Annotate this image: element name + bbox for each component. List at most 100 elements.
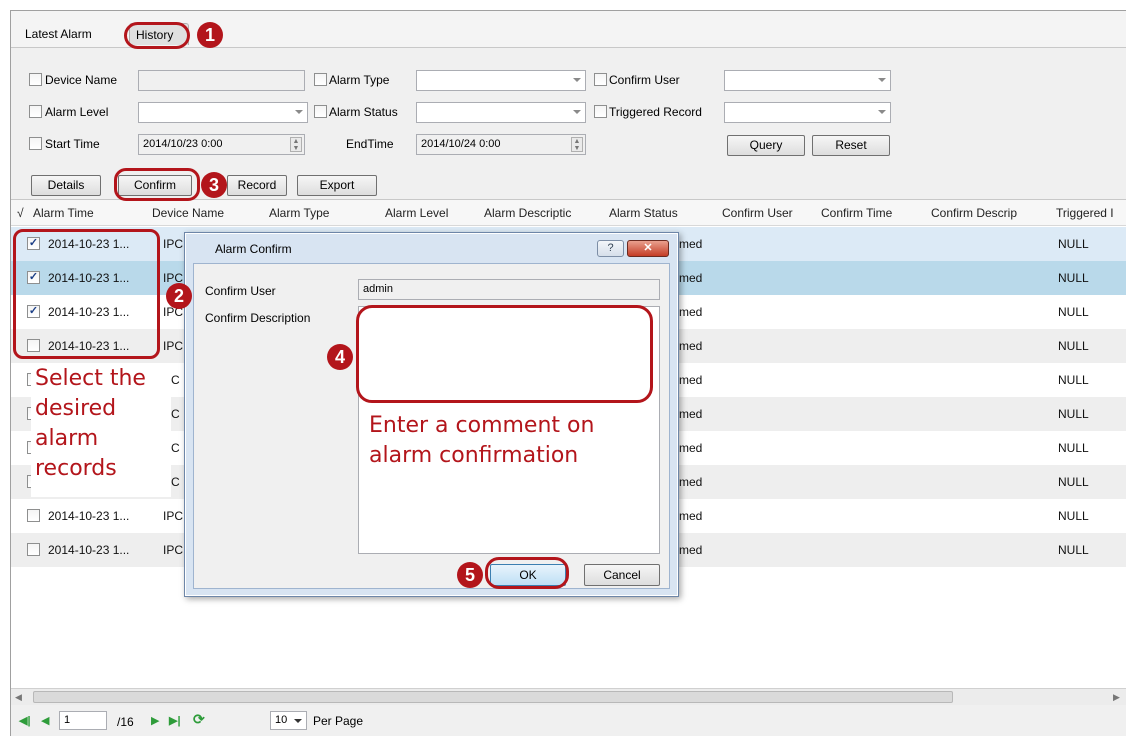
- alarm-status-cell: med: [679, 237, 703, 251]
- step-3-badge: 3: [201, 172, 227, 198]
- end-time-value: 2014/10/24 0:00: [421, 138, 501, 150]
- triggered-record-checkbox[interactable]: [594, 105, 607, 121]
- end-time-label: EndTime: [346, 137, 394, 151]
- cancel-button[interactable]: Cancel: [584, 564, 660, 586]
- triggered-record-cell: NULL: [1058, 305, 1089, 319]
- step-5-badge: 5: [457, 562, 483, 588]
- triggered-record-cell: NULL: [1058, 475, 1089, 489]
- end-time-field[interactable]: 2014/10/24 0:00 ▲ ▼: [416, 134, 586, 155]
- device-name-cell: IPC: [163, 543, 184, 557]
- alarm-level-select[interactable]: [138, 102, 308, 123]
- alarm-type-label: Alarm Type: [329, 73, 390, 87]
- device-name-cell: IPC: [163, 237, 184, 251]
- confirm-user-field: admin: [358, 279, 660, 300]
- horizontal-scrollbar[interactable]: ◀ ▶: [11, 688, 1126, 705]
- alarm-window: Latest Alarm History Device Name Alarm T…: [10, 10, 1126, 736]
- alarm-status-cell: med: [679, 441, 703, 455]
- select-note-line: desired: [35, 396, 117, 421]
- alarm-status-checkbox[interactable]: [314, 105, 327, 121]
- last-page-icon[interactable]: ▶|: [169, 714, 181, 727]
- col-triggered-record[interactable]: Triggered I: [1056, 206, 1114, 220]
- per-page-value: 10: [275, 714, 288, 726]
- col-alarm-type[interactable]: Alarm Type: [269, 206, 329, 220]
- table-header: √ Alarm Time Device Name Alarm Type Alar…: [11, 200, 1126, 226]
- next-page-icon[interactable]: ▶: [151, 714, 159, 727]
- alarm-status-cell: med: [679, 475, 703, 489]
- comment-note: Enter a comment on alarm confirmation: [369, 411, 594, 471]
- history-highlight: [124, 22, 190, 49]
- triggered-record-label: Triggered Record: [609, 105, 702, 119]
- first-page-icon[interactable]: ◀|: [19, 714, 31, 727]
- alarm-time-cell: 2014-10-23 1...: [48, 543, 130, 557]
- help-icon: ?: [607, 242, 614, 254]
- col-confirm-description[interactable]: Confirm Descrip: [931, 206, 1017, 220]
- scroll-left-icon[interactable]: ◀: [15, 692, 22, 703]
- device-name-label: Device Name: [45, 73, 118, 87]
- prev-page-icon[interactable]: ◀: [41, 714, 49, 727]
- page-number-input[interactable]: 1: [59, 711, 107, 730]
- spinner-icon[interactable]: ▲ ▼: [571, 137, 583, 152]
- chevron-down-icon: [878, 110, 886, 114]
- select-note-box: Select the desired alarm records: [31, 364, 171, 497]
- confirm-user-select[interactable]: [724, 70, 891, 91]
- alarm-status-cell: med: [679, 509, 703, 523]
- confirm-user-checkbox[interactable]: [594, 73, 607, 89]
- close-button[interactable]: ✕: [627, 240, 669, 257]
- col-alarm-description[interactable]: Alarm Descriptic: [484, 206, 571, 220]
- refresh-icon[interactable]: ⟳: [193, 711, 205, 728]
- triggered-record-cell: NULL: [1058, 407, 1089, 421]
- device-name-field[interactable]: [138, 70, 305, 91]
- triggered-record-cell: NULL: [1058, 271, 1089, 285]
- step-4-badge: 4: [327, 344, 353, 370]
- details-button[interactable]: Details: [31, 175, 101, 196]
- alarm-status-cell: med: [679, 339, 703, 353]
- row-checkbox[interactable]: [27, 543, 40, 556]
- query-button[interactable]: Query: [727, 135, 805, 156]
- alarm-status-select[interactable]: [416, 102, 586, 123]
- col-alarm-level[interactable]: Alarm Level: [385, 206, 448, 220]
- device-name-cell: IPC: [163, 509, 184, 523]
- triggered-record-cell: NULL: [1058, 373, 1089, 387]
- reset-button[interactable]: Reset: [812, 135, 890, 156]
- col-device-name[interactable]: Device Name: [152, 206, 224, 220]
- total-pages: /16: [117, 715, 134, 729]
- triggered-record-cell: NULL: [1058, 543, 1089, 557]
- description-highlight: [356, 305, 653, 403]
- record-button[interactable]: Record: [227, 175, 287, 196]
- ok-highlight: [485, 557, 569, 589]
- start-time-field[interactable]: 2014/10/23 0:00 ▲ ▼: [138, 134, 305, 155]
- alarm-status-cell: med: [679, 407, 703, 421]
- select-all-header[interactable]: √: [17, 206, 24, 220]
- alarm-level-checkbox[interactable]: [29, 105, 42, 121]
- alarm-level-label: Alarm Level: [45, 105, 109, 119]
- row-checkbox[interactable]: [27, 509, 40, 522]
- scrollbar-thumb[interactable]: [33, 691, 953, 703]
- scroll-right-icon[interactable]: ▶: [1113, 692, 1120, 703]
- device-name-checkbox[interactable]: [29, 73, 42, 89]
- alarm-type-checkbox[interactable]: [314, 73, 327, 89]
- help-button[interactable]: ?: [597, 240, 624, 257]
- col-alarm-time[interactable]: Alarm Time: [33, 206, 94, 220]
- export-button[interactable]: Export: [297, 175, 377, 196]
- alarm-time-cell: 2014-10-23 1...: [48, 509, 130, 523]
- chevron-down-icon: [573, 110, 581, 114]
- per-page-select[interactable]: 10: [270, 711, 307, 730]
- comment-note-line: alarm confirmation: [369, 443, 579, 468]
- start-time-label: Start Time: [45, 137, 100, 151]
- col-confirm-user[interactable]: Confirm User: [722, 206, 793, 220]
- col-alarm-status[interactable]: Alarm Status: [609, 206, 678, 220]
- confirm-user-label: Confirm User: [205, 284, 276, 298]
- col-confirm-time[interactable]: Confirm Time: [821, 206, 892, 220]
- chevron-down-icon: [573, 78, 581, 82]
- confirm-user-label: Confirm User: [609, 73, 680, 87]
- alarm-type-select[interactable]: [416, 70, 586, 91]
- triggered-record-select[interactable]: [724, 102, 891, 123]
- start-time-checkbox[interactable]: [29, 137, 42, 153]
- chevron-down-icon: [294, 719, 302, 723]
- tab-latest-alarm[interactable]: Latest Alarm: [19, 23, 98, 45]
- close-icon: ✕: [643, 242, 653, 254]
- confirm-highlight: [114, 168, 200, 201]
- spinner-icon[interactable]: ▲ ▼: [290, 137, 302, 152]
- alarm-status-cell: med: [679, 305, 703, 319]
- chevron-down-icon: [878, 78, 886, 82]
